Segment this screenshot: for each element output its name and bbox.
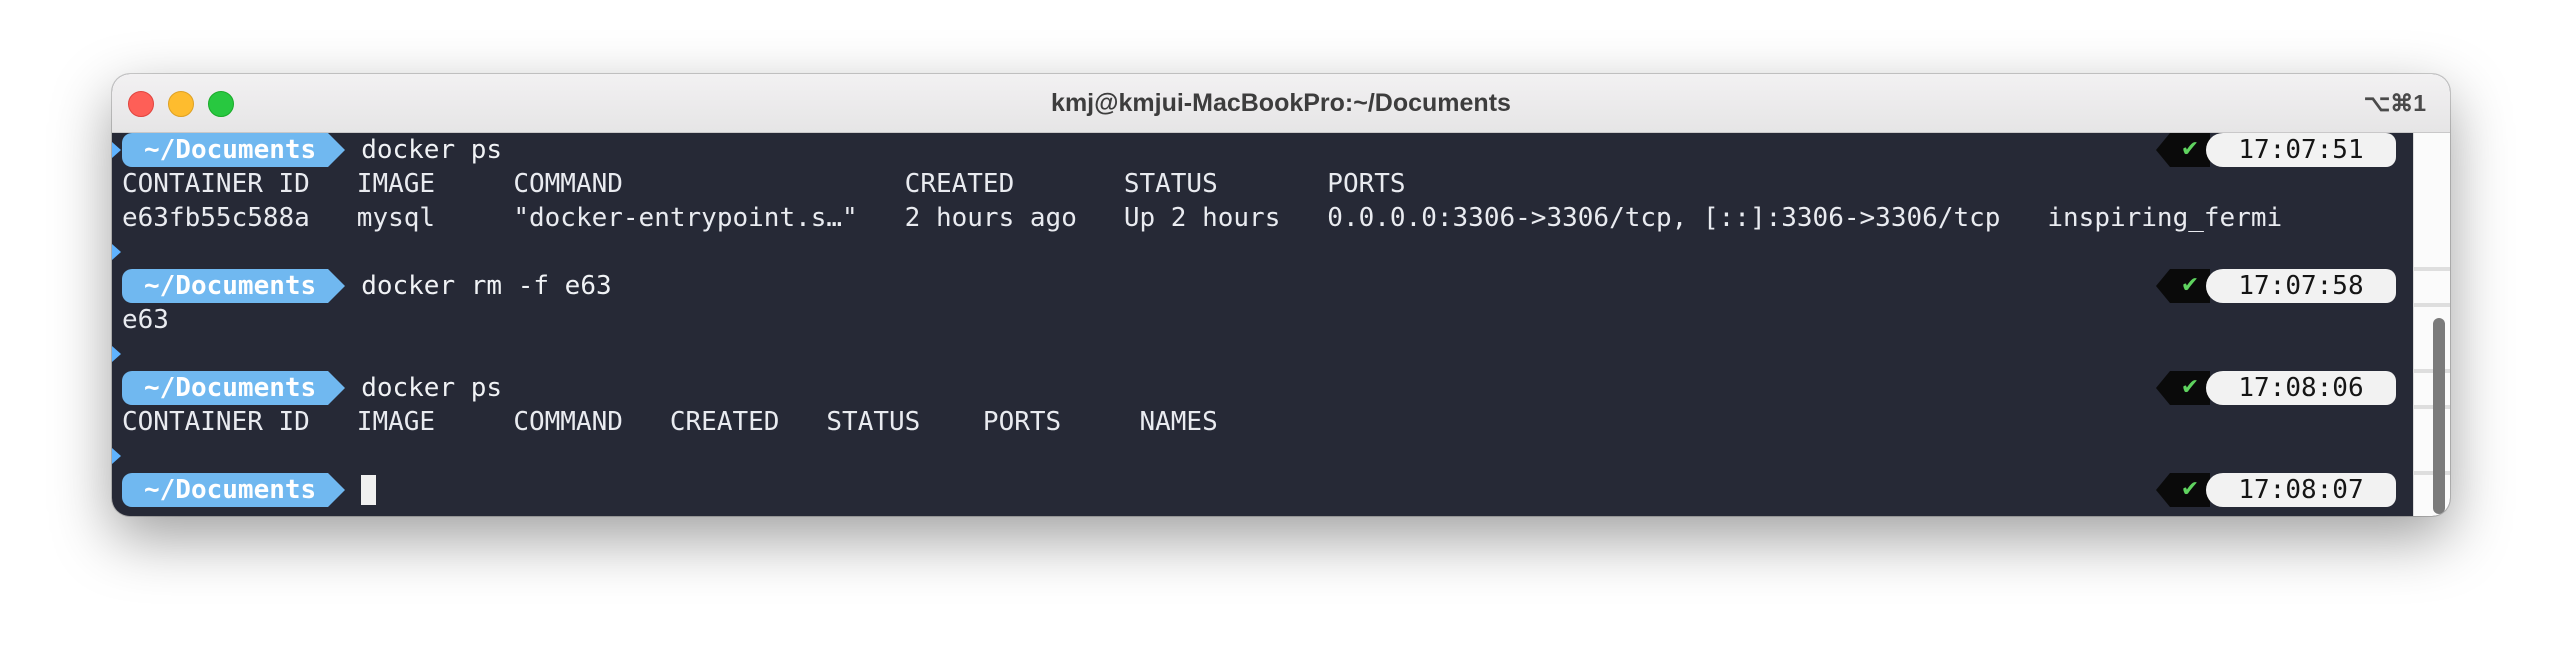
prompt-time: 17:08:07 <box>2206 473 2396 507</box>
prompt-directory: ~/Documents <box>122 473 329 507</box>
right-prompt-arrow-icon <box>2156 473 2170 507</box>
prompt-time: 17:07:58 <box>2206 269 2396 303</box>
check-icon: ✔ <box>2170 371 2210 405</box>
right-prompt: ✔ 17:08:07 <box>2156 473 2396 507</box>
check-icon: ✔ <box>2170 269 2210 303</box>
prompt: ~/Documents docker ps <box>122 133 502 167</box>
right-prompt: ✔ 17:08:06 <box>2156 371 2396 405</box>
prompt-time: 17:07:51 <box>2206 133 2396 167</box>
check-icon: ✔ <box>2170 133 2210 167</box>
prompt-arrow-icon <box>328 473 346 507</box>
right-prompt: ✔ 17:07:51 <box>2156 133 2396 167</box>
output-line: e63fb55c588a mysql "docker-entrypoint.s…… <box>122 203 2283 233</box>
line-marker-icon <box>112 346 121 362</box>
prompt-time: 17:08:06 <box>2206 371 2396 405</box>
line-marker-icon <box>112 244 121 260</box>
line-marker-icon <box>112 448 121 464</box>
prompt: ~/Documents docker rm -f e63 <box>122 269 612 303</box>
window-title: kmj@kmjui-MacBookPro:~/Documents <box>1051 89 1511 117</box>
right-prompt-arrow-icon <box>2156 133 2170 167</box>
output-line: e63 <box>122 305 169 335</box>
prompt-directory: ~/Documents <box>122 269 329 303</box>
title-bar[interactable]: kmj@kmjui-MacBookPro:~/Documents ⌥⌘1 <box>112 74 2450 133</box>
scroll-mark <box>2414 267 2450 271</box>
right-prompt: ✔ 17:07:58 <box>2156 269 2396 303</box>
right-prompt-arrow-icon <box>2156 269 2170 303</box>
scrollbar-thumb[interactable] <box>2433 318 2445 514</box>
text-cursor[interactable] <box>361 475 377 505</box>
check-icon: ✔ <box>2170 473 2210 507</box>
window-shortcut: ⌥⌘1 <box>2363 90 2426 116</box>
prompt: ~/Documents docker ps <box>122 371 502 405</box>
right-prompt-arrow-icon <box>2156 371 2170 405</box>
terminal-content[interactable]: ~/Documents docker ps ✔ 17:07:51 CONTAIN… <box>112 133 2450 516</box>
prompt-arrow-icon <box>328 371 346 405</box>
prompt-directory: ~/Documents <box>122 133 329 167</box>
prompt-directory: ~/Documents <box>122 371 329 405</box>
line-marker-icon <box>112 142 121 158</box>
prompt: ~/Documents <box>122 473 377 507</box>
command-text: docker ps <box>361 373 503 403</box>
command-text: docker rm -f e63 <box>361 271 612 301</box>
prompt-arrow-icon <box>328 133 346 167</box>
output-line: CONTAINER ID IMAGE COMMAND CREATED STATU… <box>122 169 1406 199</box>
scroll-mark <box>2414 303 2450 307</box>
command-text: docker ps <box>361 135 503 165</box>
terminal-window: kmj@kmjui-MacBookPro:~/Documents ⌥⌘1 ~/D… <box>112 74 2450 516</box>
output-line: CONTAINER ID IMAGE COMMAND CREATED STATU… <box>122 407 1218 437</box>
prompt-arrow-icon <box>328 269 346 303</box>
